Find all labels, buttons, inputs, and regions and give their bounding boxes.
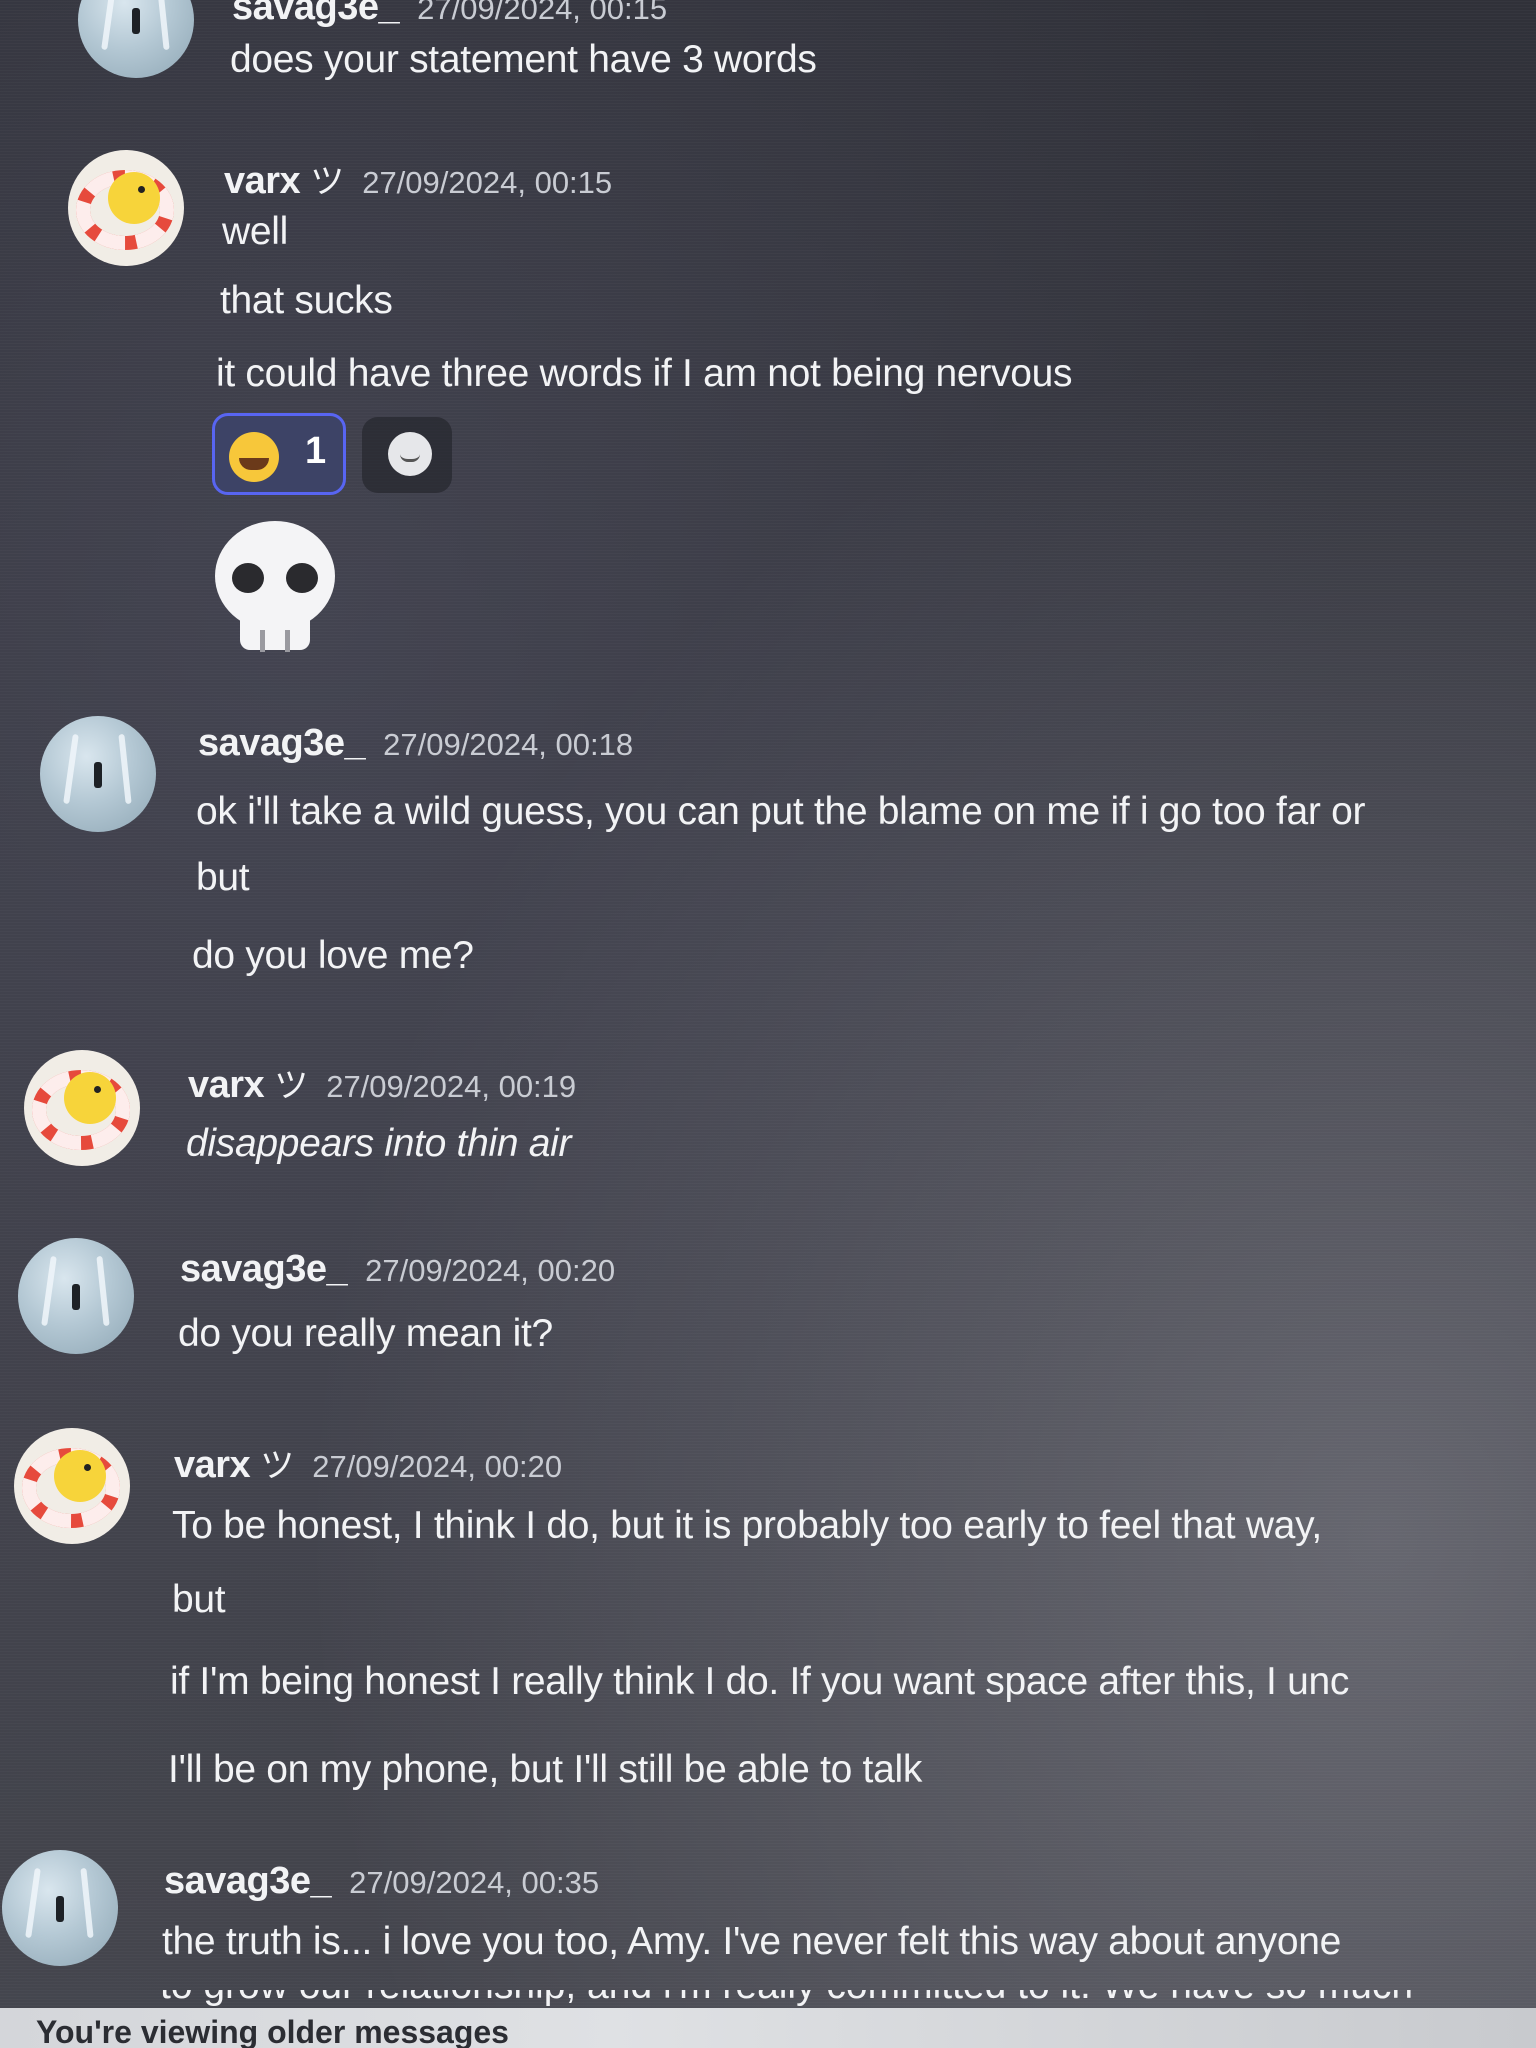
timestamp: 27/09/2024, 00:15 <box>417 0 668 26</box>
message-text: I'll be on my phone, but I'll still be a… <box>168 1748 923 1791</box>
username[interactable]: varx <box>224 160 301 202</box>
avatar[interactable] <box>40 716 156 832</box>
username[interactable]: savag3e_ <box>180 1248 348 1290</box>
message-header: savag3e_ 27/09/2024, 00:15 <box>232 0 667 29</box>
timestamp: 27/09/2024, 00:19 <box>326 1069 577 1104</box>
message-header: savag3e_ 27/09/2024, 00:35 <box>164 1860 599 1903</box>
message-text: but <box>172 1578 226 1621</box>
username[interactable]: varx <box>174 1444 251 1486</box>
message-header: varx ツ 27/09/2024, 00:19 <box>188 1058 576 1107</box>
reaction-count: 1 <box>305 430 327 472</box>
older-messages-text: You're viewing older messages <box>36 2014 509 2048</box>
smiley-icon <box>388 432 432 476</box>
avatar[interactable] <box>68 150 184 266</box>
message-header: varx ツ 27/09/2024, 00:15 <box>224 154 612 203</box>
avatar[interactable] <box>24 1050 140 1166</box>
timestamp: 27/09/2024, 00:20 <box>312 1449 563 1484</box>
message-text: it could have three words if I am not be… <box>216 352 1073 395</box>
avatar[interactable] <box>14 1428 130 1544</box>
username[interactable]: savag3e_ <box>232 0 400 28</box>
message-text: that sucks <box>220 279 393 322</box>
message-text: but <box>196 856 250 899</box>
message-text: well <box>222 210 288 253</box>
username[interactable]: varx <box>188 1064 265 1106</box>
message-header: savag3e_ 27/09/2024, 00:20 <box>180 1248 615 1291</box>
message-text: does your statement have 3 words <box>230 38 817 81</box>
message-text: do you love me? <box>192 934 474 977</box>
username-badge: ツ <box>260 1446 295 1486</box>
message-text: if I'm being honest I really think I do.… <box>170 1660 1350 1703</box>
message-text: ok i'll take a wild guess, you can put t… <box>196 790 1366 833</box>
message-text: do you really mean it? <box>178 1312 553 1355</box>
add-reaction-button[interactable] <box>362 417 452 493</box>
reaction-button[interactable]: 1 <box>212 413 346 495</box>
message-header: varx ツ 27/09/2024, 00:20 <box>174 1438 562 1487</box>
laughing-emoji-icon <box>229 432 279 482</box>
timestamp: 27/09/2024, 00:35 <box>349 1865 600 1900</box>
avatar[interactable] <box>18 1238 134 1354</box>
chat-message-list[interactable]: savag3e_ 27/09/2024, 00:15 does your stat… <box>0 0 1536 2048</box>
username-badge: ツ <box>310 162 345 202</box>
message-text-clipped: to grow our relationship, and i'm really… <box>160 1990 1536 2008</box>
avatar[interactable] <box>78 0 194 78</box>
avatar[interactable] <box>2 1850 118 1966</box>
skull-emoji-icon <box>215 521 335 652</box>
username-badge: ツ <box>274 1066 309 1106</box>
message-text: disappears into thin air <box>186 1122 572 1165</box>
message-header: savag3e_ 27/09/2024, 00:18 <box>198 722 633 765</box>
timestamp: 27/09/2024, 00:15 <box>362 165 613 200</box>
username[interactable]: savag3e_ <box>164 1860 332 1902</box>
message-text: the truth is... i love you too, Amy. I'v… <box>162 1920 1341 1963</box>
timestamp: 27/09/2024, 00:20 <box>365 1253 616 1288</box>
timestamp: 27/09/2024, 00:18 <box>383 727 634 762</box>
username[interactable]: savag3e_ <box>198 722 366 764</box>
message-text: To be honest, I think I do, but it is pr… <box>172 1504 1322 1547</box>
